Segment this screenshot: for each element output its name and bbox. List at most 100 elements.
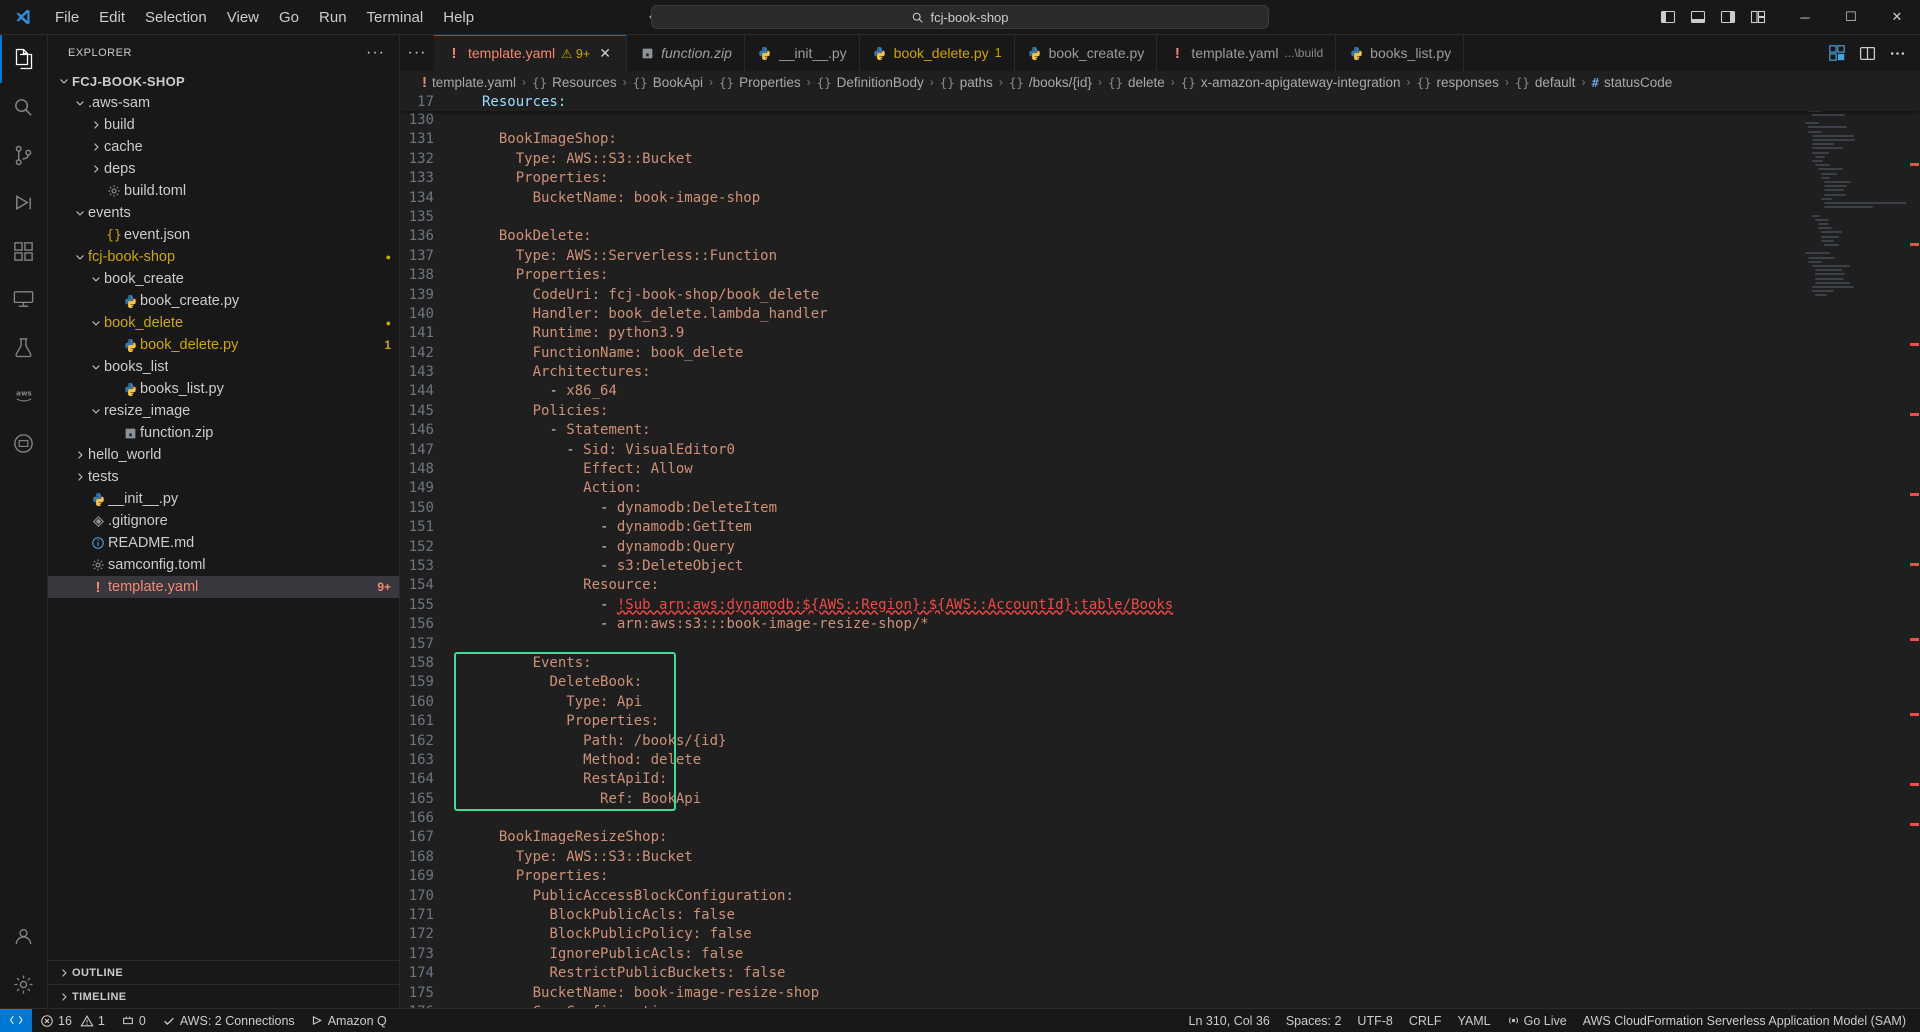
code-line[interactable]: 134 BucketName: book-image-shop bbox=[400, 189, 1796, 208]
code-line[interactable]: 170 PublicAccessBlockConfiguration: bbox=[400, 887, 1796, 906]
code-content[interactable]: 130 131 BookImageShop: 132 Type: AWS::S3:… bbox=[400, 93, 1796, 1008]
menu-bar[interactable]: File Edit Selection View Go Run Terminal… bbox=[46, 6, 483, 29]
tree-item-fcj-book-shop[interactable]: FCJ-BOOK-SHOP bbox=[48, 70, 399, 92]
code-line[interactable]: 150 - dynamodb:DeleteItem bbox=[400, 499, 1796, 518]
code-line[interactable]: 167 BookImageResizeShop: bbox=[400, 828, 1796, 847]
status-eol[interactable]: CRLF bbox=[1401, 1009, 1450, 1032]
toggle-primary-sidebar-icon[interactable] bbox=[1654, 4, 1682, 30]
code-line[interactable]: 161 Properties: bbox=[400, 712, 1796, 731]
code-line[interactable]: 164 RestApiId: bbox=[400, 770, 1796, 789]
tree-item--aws-sam[interactable]: .aws-sam bbox=[48, 92, 399, 114]
aws-toolkit-icon[interactable] bbox=[1824, 40, 1850, 66]
code-line[interactable]: 140 Handler: book_delete.lambda_handler bbox=[400, 305, 1796, 324]
editor-tab-book-delete-py[interactable]: book_delete.py 1 bbox=[859, 35, 1015, 71]
breadcrumb-item-default[interactable]: {} default bbox=[1515, 75, 1576, 90]
status-language-mode[interactable]: YAML bbox=[1450, 1009, 1499, 1032]
gear-icon[interactable] bbox=[0, 960, 48, 1008]
breadcrumb-item-properties[interactable]: {} Properties bbox=[719, 75, 801, 90]
tree-item-book-create-py[interactable]: book_create.py bbox=[48, 290, 399, 312]
code-line[interactable]: 173 IgnorePublicAcls: false bbox=[400, 945, 1796, 964]
code-line[interactable]: 160 Type: Api bbox=[400, 693, 1796, 712]
split-editor-icon[interactable] bbox=[1854, 40, 1880, 66]
tree-item-books-list[interactable]: books_list bbox=[48, 356, 399, 378]
close-button[interactable]: ✕ bbox=[1874, 0, 1920, 35]
tree-item-book-delete-py[interactable]: book_delete.py 1 bbox=[48, 334, 399, 356]
tree-item-events[interactable]: events bbox=[48, 202, 399, 224]
breadcrumb[interactable]: ! template.yaml ›{} Resources ›{} BookApi ›{} P… bbox=[400, 71, 1920, 93]
sidebar-item-remote-explorer[interactable] bbox=[0, 275, 48, 323]
code-line[interactable]: 158 Events: bbox=[400, 654, 1796, 673]
tabs-overflow-icon[interactable]: ··· bbox=[400, 35, 434, 71]
sidebar-item-source-control[interactable] bbox=[0, 131, 48, 179]
breadcrumb-item-x-amazon-apigateway-integration[interactable]: {} x-amazon-apigateway-integration bbox=[1181, 75, 1401, 90]
command-center[interactable]: fcj-book-shop bbox=[651, 5, 1269, 29]
code-line[interactable]: 141 Runtime: python3.9 bbox=[400, 324, 1796, 343]
code-line[interactable]: 149 Action: bbox=[400, 479, 1796, 498]
maximize-button[interactable]: ☐ bbox=[1828, 0, 1874, 35]
code-line[interactable]: 130 bbox=[400, 111, 1796, 130]
menu-terminal[interactable]: Terminal bbox=[358, 6, 433, 29]
minimize-button[interactable]: ─ bbox=[1782, 0, 1828, 35]
tree-item-build-toml[interactable]: build.toml bbox=[48, 180, 399, 202]
tree-item-hello-world[interactable]: hello_world bbox=[48, 444, 399, 466]
code-line[interactable]: 131 BookImageShop: bbox=[400, 130, 1796, 149]
code-lines-column[interactable]: 130 131 BookImageShop: 132 Type: AWS::S3:… bbox=[400, 93, 1796, 1008]
sidebar-item-explorer[interactable] bbox=[0, 35, 48, 83]
menu-help[interactable]: Help bbox=[434, 6, 483, 29]
code-line[interactable]: 172 BlockPublicPolicy: false bbox=[400, 925, 1796, 944]
code-line[interactable]: 143 Architectures: bbox=[400, 363, 1796, 382]
tree-item-resize-image[interactable]: resize_image bbox=[48, 400, 399, 422]
code-line[interactable]: 154 Resource: bbox=[400, 576, 1796, 595]
code-line[interactable]: 146 - Statement: bbox=[400, 421, 1796, 440]
tree-item-event-json[interactable]: {} event.json bbox=[48, 224, 399, 246]
code-line[interactable]: 175 BucketName: book-image-resize-shop bbox=[400, 984, 1796, 1003]
tree-item-build[interactable]: build bbox=[48, 114, 399, 136]
code-line[interactable]: 133 Properties: bbox=[400, 169, 1796, 188]
timeline-panel-header[interactable]: TIMELINE bbox=[48, 984, 399, 1008]
status-encoding[interactable]: UTF-8 bbox=[1349, 1009, 1400, 1032]
code-line[interactable]: 165 Ref: BookApi bbox=[400, 790, 1796, 809]
status-ports[interactable]: 0 bbox=[113, 1009, 154, 1032]
code-line[interactable]: 142 FunctionName: book_delete bbox=[400, 344, 1796, 363]
tree-item-readme-md[interactable]: README.md bbox=[48, 532, 399, 554]
menu-edit[interactable]: Edit bbox=[90, 6, 134, 29]
code-line[interactable]: 144 - x86_64 bbox=[400, 382, 1796, 401]
breadcrumb-item-resources[interactable]: {} Resources bbox=[532, 75, 617, 90]
status-indentation[interactable]: Spaces: 2 bbox=[1278, 1009, 1350, 1032]
status-yaml-schema[interactable]: AWS CloudFormation Serverless Applicatio… bbox=[1575, 1009, 1920, 1032]
code-line[interactable]: 155 - !Sub arn:aws:dynamodb:${AWS::Regio… bbox=[400, 596, 1796, 615]
code-line[interactable]: 151 - dynamodb:GetItem bbox=[400, 518, 1796, 537]
sidebar-item-docker[interactable] bbox=[0, 419, 48, 467]
code-line[interactable]: 139 CodeUri: fcj-book-shop/book_delete bbox=[400, 286, 1796, 305]
breadcrumb-item-statuscode[interactable]: # statusCode bbox=[1591, 75, 1672, 90]
sidebar-item-search[interactable] bbox=[0, 83, 48, 131]
tree-item-book-create[interactable]: book_create bbox=[48, 268, 399, 290]
code-line[interactable]: 136 BookDelete: bbox=[400, 227, 1796, 246]
code-line[interactable]: 162 Path: /books/{id} bbox=[400, 732, 1796, 751]
menu-view[interactable]: View bbox=[218, 6, 268, 29]
menu-go[interactable]: Go bbox=[270, 6, 308, 29]
code-editor[interactable]: 17 Resources: 130 131 BookImageShop: 132 … bbox=[400, 93, 1920, 1008]
tree-item-tests[interactable]: tests bbox=[48, 466, 399, 488]
overview-ruler[interactable] bbox=[1906, 93, 1920, 1008]
status-amazon-q[interactable]: Amazon Q bbox=[303, 1009, 395, 1032]
remote-window-indicator[interactable] bbox=[0, 1008, 32, 1032]
toggle-secondary-sidebar-icon[interactable] bbox=[1714, 4, 1742, 30]
code-line[interactable]: 157 bbox=[400, 635, 1796, 654]
code-line[interactable]: 163 Method: delete bbox=[400, 751, 1796, 770]
breadcrumb-item-paths[interactable]: {} paths bbox=[940, 75, 993, 90]
editor-tab-template-yaml[interactable]: ! template.yaml ...\build bbox=[1157, 35, 1337, 71]
minimap[interactable] bbox=[1796, 93, 1910, 1008]
status-aws-connections[interactable]: AWS: 2 Connections bbox=[154, 1009, 303, 1032]
sidebar-item-aws-toolkit[interactable]: aws bbox=[0, 371, 48, 419]
tree-item-books-list-py[interactable]: books_list.py bbox=[48, 378, 399, 400]
breadcrumb-item--books-id-[interactable]: {}/books/{id} bbox=[1009, 75, 1092, 90]
code-line[interactable]: 147 - Sid: VisualEditor0 bbox=[400, 441, 1796, 460]
sidebar-item-run-and-debug[interactable] bbox=[0, 179, 48, 227]
editor-tab--init-py[interactable]: __init__.py bbox=[744, 35, 860, 71]
editor-tab-books-list-py[interactable]: books_list.py bbox=[1336, 35, 1465, 71]
code-line[interactable]: 156 - arn:aws:s3:::book-image-resize-sho… bbox=[400, 615, 1796, 634]
tree-item-template-yaml[interactable]: ! template.yaml 9+ bbox=[48, 576, 399, 598]
status-go-live[interactable]: Go Live bbox=[1499, 1009, 1575, 1032]
breadcrumb-item-bookapi[interactable]: {} BookApi bbox=[633, 75, 703, 90]
